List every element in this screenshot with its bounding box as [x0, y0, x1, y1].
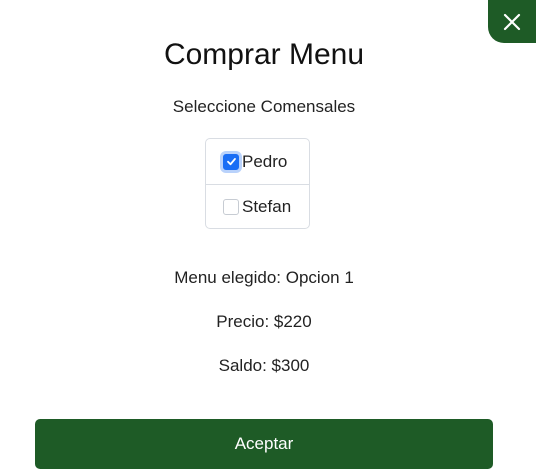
diner-checkbox-pedro[interactable] — [223, 153, 239, 170]
purchase-menu-dialog: Comprar Menu Seleccione Comensales Pedro… — [0, 0, 536, 476]
accept-button[interactable]: Aceptar — [35, 419, 493, 469]
dialog-title: Comprar Menu — [163, 38, 365, 71]
diner-label: Pedro — [242, 151, 288, 171]
price-text: Precio: $220 — [216, 312, 312, 331]
dialog-subtitle: Seleccione Comensales — [172, 97, 356, 116]
diner-checkbox-stefan[interactable] — [223, 199, 239, 215]
diner-option-stefan[interactable]: Stefan — [206, 184, 309, 229]
diner-label: Stefan — [242, 197, 292, 216]
diners-list: Pedro Stefan — [205, 138, 310, 229]
checkmark-icon — [226, 158, 236, 166]
chosen-menu-text: Menu elegido: Opcion 1 — [174, 268, 354, 287]
diner-option-pedro[interactable]: Pedro — [206, 139, 309, 184]
close-icon — [503, 13, 521, 30]
balance-text: Saldo: $300 — [218, 356, 310, 375]
